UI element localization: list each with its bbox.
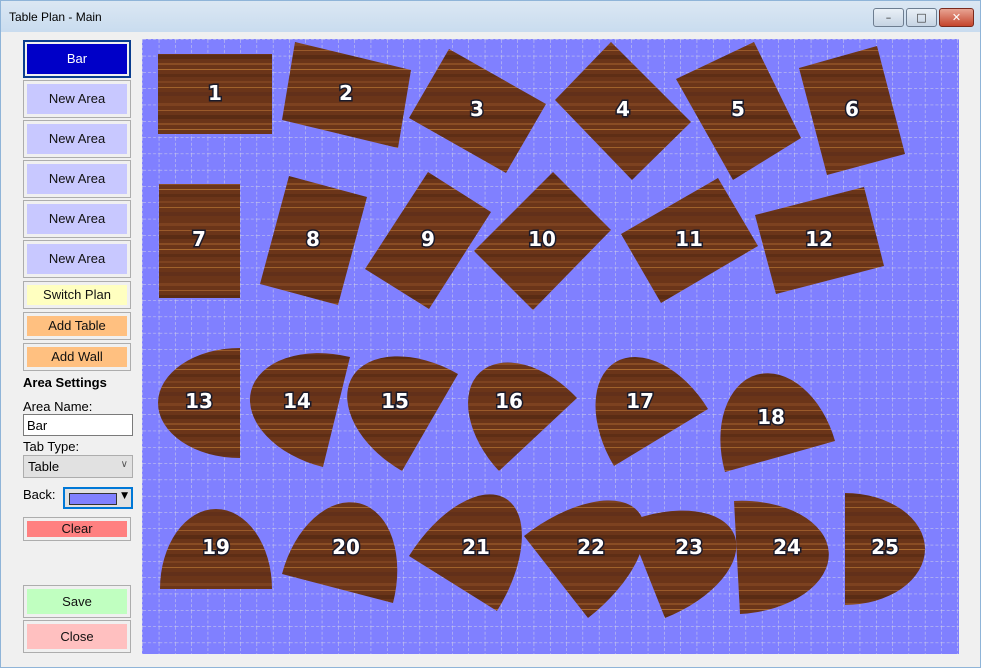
table-number: 8 [306, 227, 320, 251]
area-name-label: Area Name: [23, 399, 93, 414]
area-settings-heading: Area Settings [23, 375, 107, 390]
clear-label: Clear [61, 521, 93, 536]
chevron-down-icon: ∨ [120, 459, 128, 470]
area-button-label: New Area [48, 91, 106, 106]
tab-type-label: Tab Type: [23, 439, 80, 454]
table-number: 22 [577, 535, 605, 559]
area-button-label: New Area [48, 171, 106, 186]
table-number: 24 [773, 535, 801, 559]
table-number: 18 [757, 405, 785, 429]
area-button-label: New Area [48, 131, 106, 146]
table-plan-canvas[interactable]: 1 2 3 4 5 6 7 8 9 10 11 12 13 14 15 16 17 18 19 20 21 22 23 24 2… [142, 39, 959, 654]
tab-type-value: Table [28, 459, 60, 474]
area-button[interactable]: New Area [23, 80, 131, 118]
minimize-icon: – [885, 11, 892, 24]
close-label: Close [60, 629, 94, 644]
area-button-label: New Area [48, 251, 106, 266]
table-number: 5 [731, 97, 745, 121]
color-swatch [69, 493, 117, 505]
area-button[interactable]: New Area [23, 200, 131, 238]
table-number: 16 [495, 389, 523, 413]
switch-plan-label: Switch Plan [43, 287, 111, 302]
maximize-icon: □ [916, 11, 927, 24]
table-number: 9 [421, 227, 435, 251]
area-button[interactable]: New Area [23, 240, 131, 278]
add-wall-button[interactable]: Add Wall [23, 343, 131, 371]
add-table-button[interactable]: Add Table [23, 312, 131, 340]
table-number: 23 [675, 535, 703, 559]
window-title: Table Plan - Main [9, 10, 102, 24]
table-number: 6 [845, 97, 859, 121]
save-label: Save [62, 594, 92, 609]
add-table-label: Add Table [48, 318, 106, 333]
switch-plan-button[interactable]: Switch Plan [23, 281, 131, 309]
table-7[interactable]: 7 [159, 184, 240, 298]
clear-button[interactable]: Clear [23, 517, 131, 541]
table-number: 7 [192, 227, 206, 251]
area-button-label: Bar [66, 51, 88, 66]
table-number: 15 [381, 389, 409, 413]
table-number: 14 [283, 389, 311, 413]
table-number: 12 [805, 227, 833, 251]
close-window-button[interactable]: ✕ [939, 8, 974, 27]
area-button[interactable]: New Area [23, 160, 131, 198]
table-number: 2 [339, 81, 353, 105]
tab-type-select[interactable]: Table ∨ [23, 455, 133, 478]
table-number: 13 [185, 389, 213, 413]
table-number: 3 [470, 97, 484, 121]
table-1[interactable]: 1 [158, 54, 272, 134]
table-number: 1 [208, 81, 222, 105]
area-name-input[interactable] [23, 414, 133, 436]
table-number: 17 [626, 389, 654, 413]
area-button-bar[interactable]: Bar [23, 40, 131, 78]
maximize-button[interactable]: □ [906, 8, 937, 27]
dropdown-arrow-icon: ▼ [121, 491, 128, 501]
back-color-label: Back: [23, 487, 56, 502]
add-wall-label: Add Wall [51, 349, 103, 364]
table-number: 19 [202, 535, 230, 559]
area-button-label: New Area [48, 211, 106, 226]
app-window: Table Plan - Main – □ ✕ Bar New Area New… [0, 0, 981, 668]
table-number: 21 [462, 535, 490, 559]
table-number: 25 [871, 535, 899, 559]
minimize-button[interactable]: – [873, 8, 904, 27]
table-number: 20 [332, 535, 360, 559]
table-number: 4 [616, 97, 630, 121]
table-number: 10 [528, 227, 556, 251]
back-color-picker[interactable]: ▼ [63, 487, 133, 509]
title-bar: Table Plan - Main – □ ✕ [1, 1, 980, 32]
close-icon: ✕ [951, 11, 962, 24]
save-button[interactable]: Save [23, 585, 131, 618]
client-area: Bar New Area New Area New Area New Area … [9, 32, 973, 660]
area-button[interactable]: New Area [23, 120, 131, 158]
table-plan-svg: 1 23 4 5 67 8 9 10 11 1213 14 15 16 171819 20 21 22 23 24 2… [142, 39, 959, 654]
close-button[interactable]: Close [23, 620, 131, 653]
table-number: 11 [675, 227, 703, 251]
